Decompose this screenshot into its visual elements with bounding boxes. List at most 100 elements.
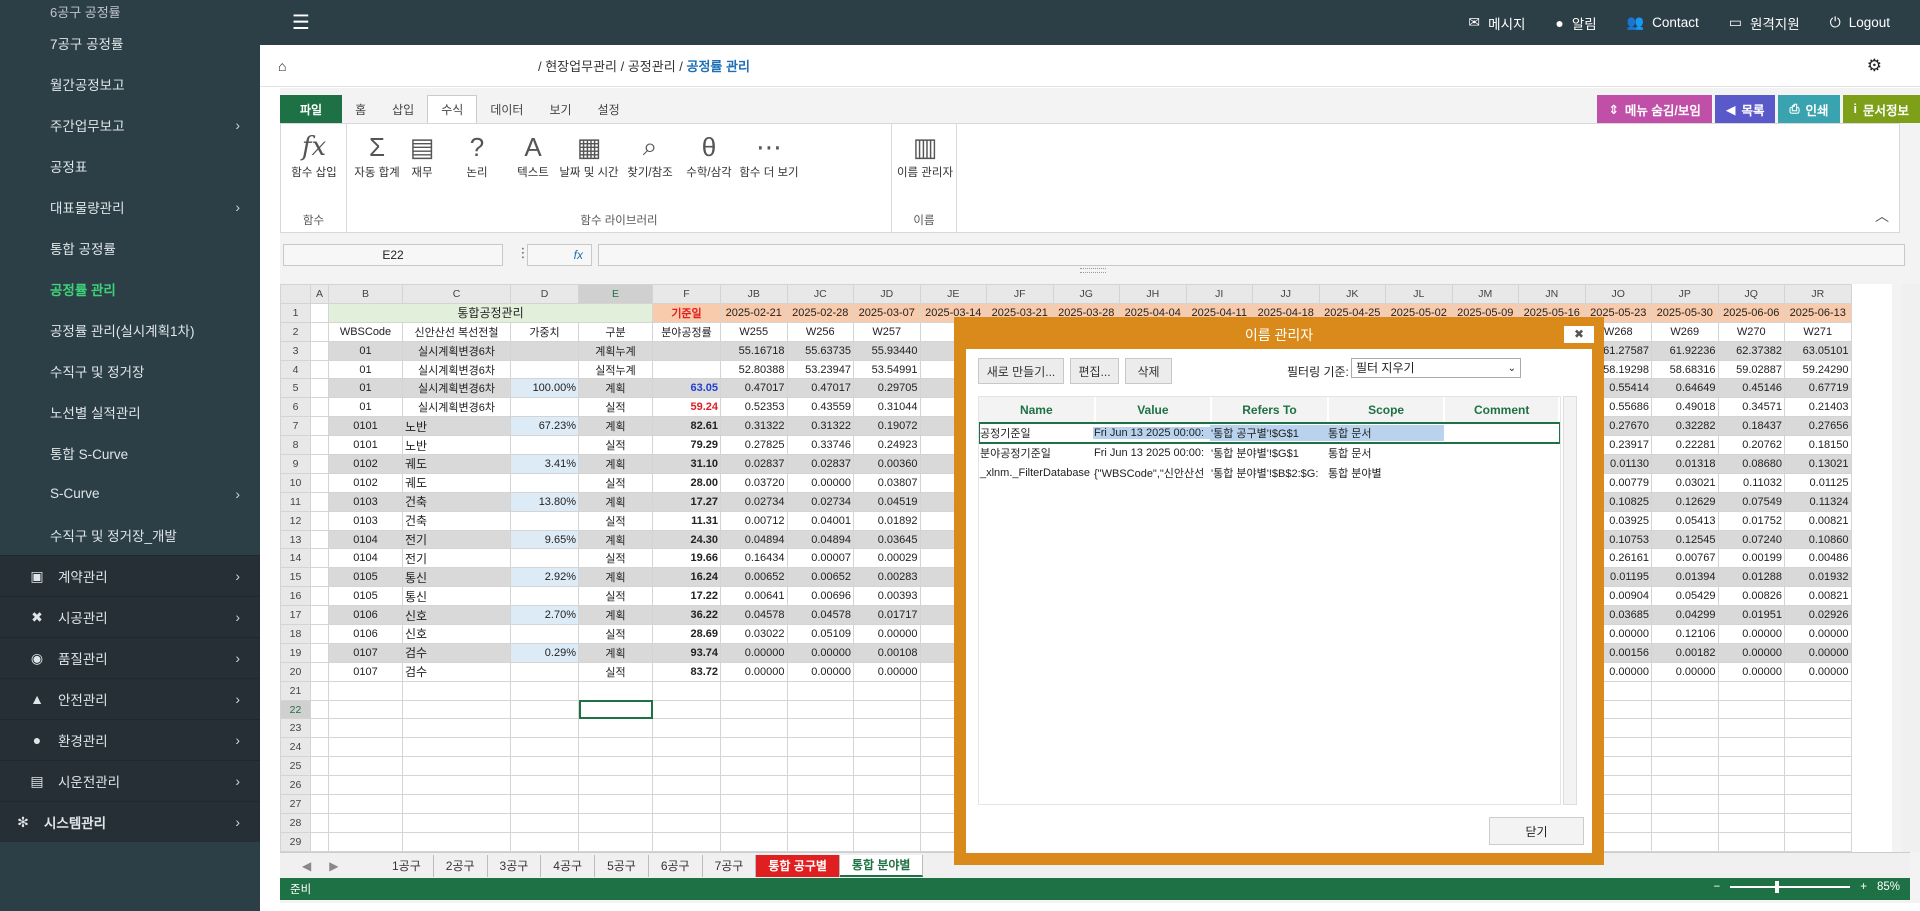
value-cell[interactable]: 0.32282 [1651, 416, 1719, 437]
row-header[interactable]: 18 [280, 624, 311, 644]
wbs-code-cell[interactable]: 0102 [328, 472, 403, 493]
column-header[interactable]: JH [1119, 284, 1187, 304]
weight-cell[interactable]: 9.65% [510, 529, 579, 550]
column-header[interactable]: Comment [1445, 397, 1560, 423]
week-header[interactable]: W256 [786, 321, 854, 342]
cell[interactable] [402, 680, 511, 701]
cell[interactable] [510, 718, 579, 739]
rate-cell[interactable]: 83.72 [652, 661, 721, 682]
wbs-code-cell[interactable]: 0101 [328, 416, 403, 437]
cell[interactable] [652, 756, 721, 777]
value-cell[interactable]: 0.01932 [1784, 567, 1852, 588]
sidebar-item-contract[interactable]: ▣ 계약관리 › [0, 555, 260, 596]
cell[interactable] [310, 680, 329, 701]
column-header[interactable]: Refers To [1212, 397, 1329, 423]
value-cell[interactable]: 0.05413 [1651, 510, 1719, 531]
cell[interactable] [402, 737, 511, 758]
row-header[interactable]: 2 [280, 321, 311, 342]
weight-cell[interactable] [510, 548, 579, 569]
cell[interactable] [652, 794, 721, 814]
home-icon[interactable]: ⌂ [278, 58, 286, 74]
name-cell[interactable]: 실시계획변경6차 [402, 378, 511, 399]
value-cell[interactable]: 0.07240 [1717, 529, 1785, 550]
cell[interactable] [310, 567, 329, 588]
cell[interactable] [310, 718, 329, 739]
column-header[interactable]: A [310, 284, 329, 304]
column-title[interactable]: 분야공정률 [652, 321, 721, 342]
value-cell[interactable]: 0.05109 [786, 624, 854, 644]
wbs-code-cell[interactable]: 01 [328, 359, 403, 380]
rate-cell[interactable]: 17.22 [652, 586, 721, 607]
week-header[interactable]: W270 [1717, 321, 1785, 342]
cell[interactable] [310, 302, 329, 323]
wbs-code-cell[interactable]: 0104 [328, 548, 403, 569]
cell[interactable] [310, 586, 329, 607]
cell[interactable] [402, 756, 511, 777]
filter-select[interactable]: 필터 지우기 ⌄ [1351, 358, 1521, 378]
cell[interactable] [402, 775, 511, 796]
weight-cell[interactable]: 2.70% [510, 605, 579, 626]
row-header[interactable]: 15 [280, 567, 311, 588]
type-cell[interactable]: 계획 [578, 642, 653, 663]
row-header[interactable]: 22 [280, 699, 311, 720]
cell[interactable] [853, 812, 921, 833]
remote-link[interactable]: ▭ 원격지원 [1729, 13, 1800, 33]
cell[interactable] [720, 775, 788, 796]
value-cell[interactable]: 0.00000 [1784, 642, 1852, 663]
name-cell[interactable]: 노반 [402, 435, 511, 456]
type-cell[interactable]: 실적 [578, 661, 653, 682]
base-date-label[interactable]: 기준일 [652, 302, 721, 323]
cell[interactable] [786, 756, 854, 777]
column-header[interactable]: E [578, 284, 653, 304]
tab-data[interactable]: 데이터 [477, 95, 536, 123]
value-cell[interactable]: 0.52353 [720, 397, 788, 418]
value-cell[interactable]: 0.12545 [1651, 529, 1719, 550]
column-header[interactable]: JK [1318, 284, 1386, 304]
value-cell[interactable]: 0.00000 [786, 642, 854, 663]
value-cell[interactable]: 0.00182 [1651, 642, 1719, 663]
finance-button[interactable]: ▤ 재무 [392, 128, 452, 181]
weight-cell[interactable] [510, 359, 579, 380]
cell[interactable] [328, 831, 403, 852]
column-header[interactable]: JN [1518, 284, 1586, 304]
column-header[interactable]: JQ [1717, 284, 1785, 304]
rate-cell[interactable]: 79.29 [652, 435, 721, 456]
cell[interactable] [853, 775, 921, 796]
row-header[interactable]: 21 [280, 680, 311, 701]
sidebar-item-safety[interactable]: ▲ 안전관리 › [0, 678, 260, 719]
cell[interactable] [310, 472, 329, 493]
cell[interactable] [720, 756, 788, 777]
value-cell[interactable]: 0.00360 [853, 454, 921, 474]
column-header[interactable]: JL [1385, 284, 1453, 304]
wbs-code-cell[interactable]: 01 [328, 340, 403, 361]
cell[interactable] [720, 831, 788, 852]
cell[interactable] [1784, 737, 1852, 758]
value-cell[interactable]: 55.63735 [786, 340, 854, 361]
cell[interactable] [510, 737, 579, 758]
cell[interactable] [1717, 756, 1785, 777]
weight-cell[interactable]: 2.92% [510, 567, 579, 588]
cell[interactable] [578, 831, 653, 852]
close-icon[interactable]: ✖ [1564, 326, 1594, 343]
cell[interactable] [1784, 756, 1852, 777]
value-cell[interactable]: 0.33746 [786, 435, 854, 456]
name-cell[interactable]: 건축 [402, 510, 511, 531]
cell[interactable] [786, 718, 854, 739]
zoom-thumb[interactable] [1774, 881, 1779, 893]
cell[interactable] [786, 737, 854, 758]
tab-view[interactable]: 보기 [536, 95, 584, 123]
row-header[interactable]: 12 [280, 510, 311, 531]
value-cell[interactable]: 0.01288 [1717, 567, 1785, 588]
cell[interactable] [310, 737, 329, 758]
value-cell[interactable]: 0.00007 [786, 548, 854, 569]
value-cell[interactable]: 0.00199 [1717, 548, 1785, 569]
rate-cell[interactable]: 28.00 [652, 472, 721, 493]
value-cell[interactable]: 62.37382 [1717, 340, 1785, 361]
toggle-menu-button[interactable]: ⇕ 메뉴 숨김/보임 [1597, 95, 1712, 123]
cell[interactable] [310, 340, 329, 361]
column-header[interactable]: D [510, 284, 579, 304]
cell[interactable] [578, 718, 653, 739]
column-header[interactable]: Value [1096, 397, 1213, 423]
cell[interactable] [328, 775, 403, 796]
cell[interactable] [652, 812, 721, 833]
